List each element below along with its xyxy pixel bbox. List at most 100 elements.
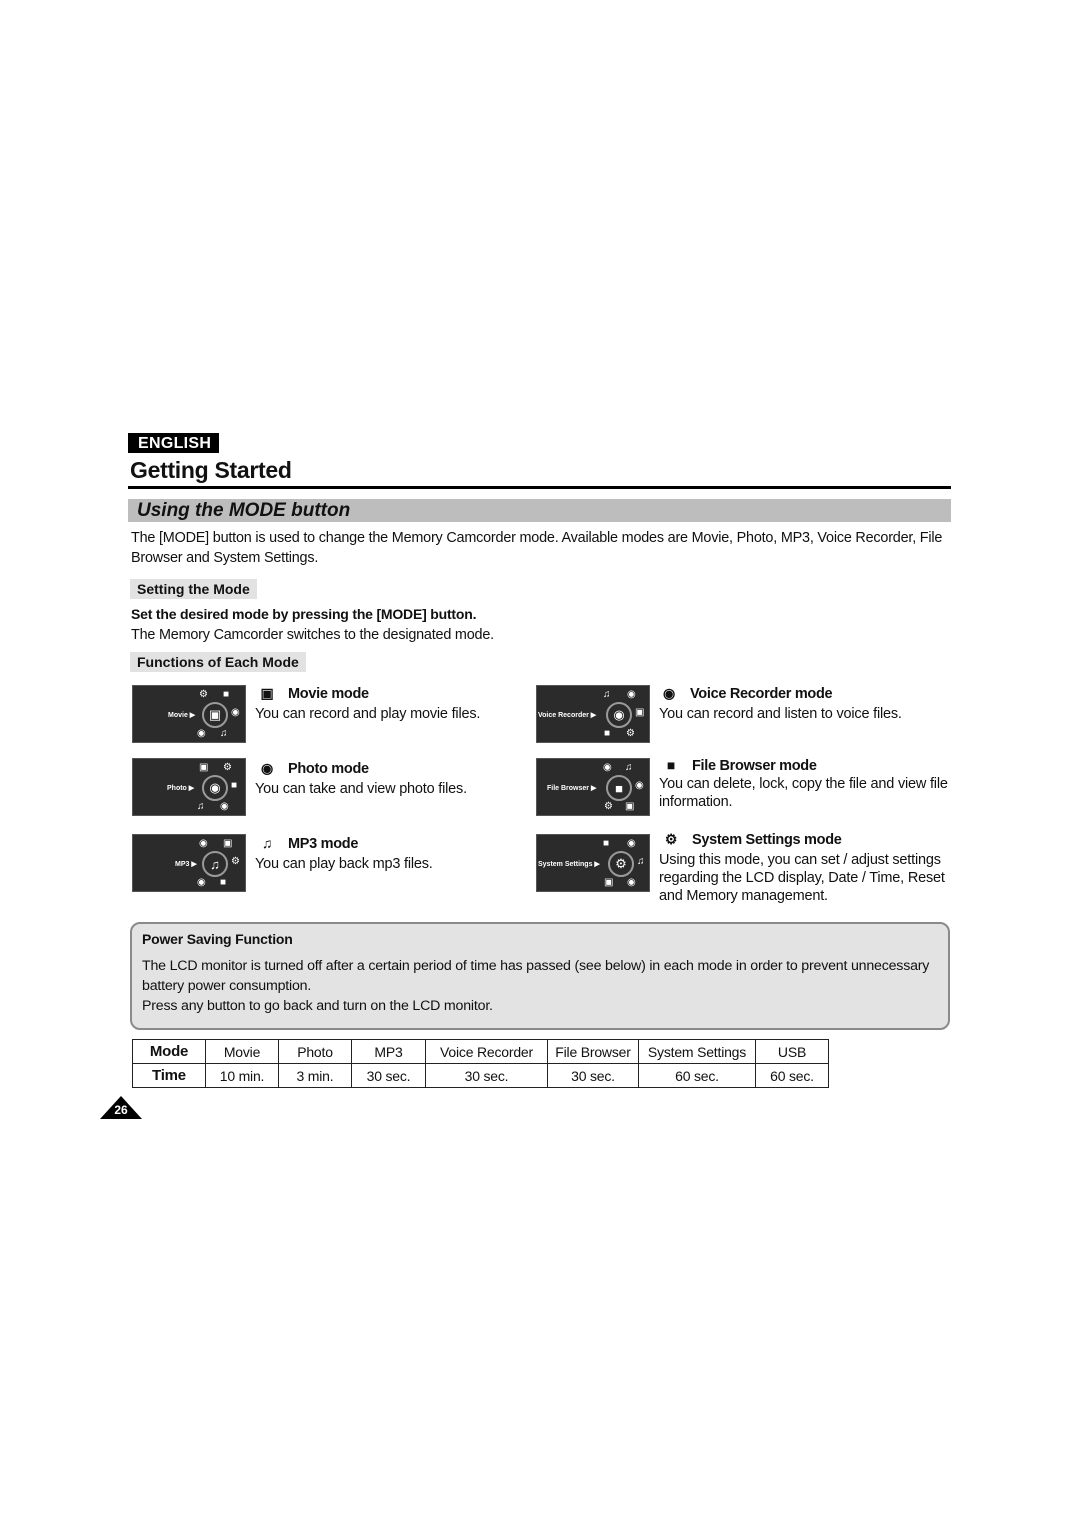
voice-recorder-mode-desc: You can record and listen to voice files…: [659, 706, 902, 722]
table-cell: 60 sec.: [755, 1063, 829, 1088]
table-cell: MP3: [351, 1039, 426, 1064]
music-note-icon: ♫: [625, 762, 633, 773]
lcd-label: System Settings ▶: [538, 861, 600, 868]
gear-icon: ⚙: [199, 689, 208, 700]
folder-icon: ■: [220, 877, 227, 888]
microphone-icon: ◉: [603, 762, 612, 773]
row-header-mode: Mode: [132, 1039, 206, 1064]
system-settings-mode-title: ⚙ System Settings mode: [662, 831, 842, 848]
table-cell: 60 sec.: [638, 1063, 756, 1088]
lcd-file-browser-screen: File Browser ▶ ■ ◉ ♫ ◉ ⚙ ▣: [536, 758, 650, 816]
camera-icon: ◉: [627, 877, 636, 888]
power-saving-text: The LCD monitor is turned off after a ce…: [142, 956, 932, 1016]
movie-camera-icon: ▣: [202, 702, 228, 728]
movie-camera-icon: ▣: [635, 707, 645, 718]
power-saving-text-2: Press any button to go back and turn on …: [142, 998, 493, 1014]
section-title: Using the MODE button: [137, 500, 351, 521]
camera-icon: ◉: [627, 689, 636, 700]
functions-tag-wrap: Functions of Each Mode: [130, 652, 306, 672]
gear-icon: ⚙: [608, 851, 634, 877]
lcd-label: File Browser ▶: [547, 785, 597, 792]
lcd-label: Movie ▶: [168, 712, 196, 719]
intro-paragraph: The [MODE] button is used to change the …: [131, 530, 943, 566]
power-saving-timeout-table: Mode Movie Photo MP3 Voice Recorder File…: [132, 1039, 829, 1088]
page-number: 26: [114, 1103, 128, 1117]
setting-mode-tag: Setting the Mode: [130, 579, 257, 599]
table-cell: File Browser: [547, 1039, 639, 1064]
table-cell: Photo: [278, 1039, 352, 1064]
microphone-icon: ◉: [606, 702, 632, 728]
movie-camera-icon: ▣: [260, 685, 274, 701]
movie-mode-desc: You can record and play movie files.: [255, 706, 481, 722]
lcd-movie-screen: Movie ▶ ▣ ⚙ ■ ◉ ◉ ♫: [132, 685, 246, 743]
camera-icon: ◉: [199, 838, 208, 849]
row-header-time: Time: [132, 1063, 206, 1088]
table-cell: System Settings: [638, 1039, 756, 1064]
photo-mode-desc: You can take and view photo files.: [255, 781, 467, 797]
gear-icon: ⚙: [223, 762, 232, 773]
lcd-mp3-screen: MP3 ▶ ♫ ◉ ▣ ⚙ ◉ ■: [132, 834, 246, 892]
movie-mode-title: ▣ Movie mode: [258, 685, 370, 702]
microphone-icon: ◉: [197, 877, 206, 888]
setting-mode-instruction: Set the desired mode by pressing the [MO…: [131, 606, 477, 622]
table-cell: 3 min.: [278, 1063, 352, 1088]
music-note-icon: ♫: [220, 728, 228, 739]
title-rule: [128, 486, 951, 489]
folder-icon: ■: [231, 780, 238, 791]
music-note-icon: ♫: [603, 689, 611, 700]
language-badge: ENGLISH: [128, 433, 220, 453]
table-cell: Movie: [205, 1039, 279, 1064]
chapter-title: Getting Started: [130, 457, 292, 483]
music-note-icon: ♫: [202, 851, 228, 877]
table-cell: Voice Recorder: [425, 1039, 548, 1064]
camera-icon: ◉: [261, 760, 273, 776]
camera-icon: ◉: [635, 780, 644, 791]
functions-tag: Functions of Each Mode: [130, 652, 306, 672]
table-cell: 30 sec.: [351, 1063, 426, 1088]
lcd-label: Photo ▶: [167, 785, 195, 792]
mp3-mode-title: ♫ MP3 mode: [258, 835, 359, 852]
table-cell: 10 min.: [205, 1063, 279, 1088]
gear-icon: ⚙: [231, 856, 240, 867]
music-note-icon: ♫: [197, 801, 205, 812]
power-saving-text-1: The LCD monitor is turned off after a ce…: [142, 958, 930, 994]
folder-icon: ■: [666, 757, 676, 773]
camera-icon: ◉: [202, 775, 228, 801]
photo-mode-title: ◉ Photo mode: [258, 760, 369, 777]
folder-icon: ■: [606, 775, 632, 801]
camera-icon: ◉: [197, 728, 206, 739]
system-settings-mode-desc: Using this mode, you can set / adjust se…: [659, 852, 945, 904]
lcd-label: Voice Recorder ▶: [538, 712, 597, 719]
gear-icon: ⚙: [626, 728, 635, 739]
microphone-icon: ◉: [231, 707, 240, 718]
table-row-time: Time 10 min. 3 min. 30 sec. 30 sec. 30 s…: [132, 1063, 829, 1088]
gear-icon: ⚙: [604, 801, 613, 812]
lcd-system-settings-screen: System Settings ▶ ⚙ ■ ◉ ♫ ▣ ◉: [536, 834, 650, 892]
folder-icon: ■: [604, 728, 611, 739]
folder-icon: ■: [603, 838, 610, 849]
gear-icon: ⚙: [664, 831, 678, 847]
file-browser-mode-desc: You can delete, lock, copy the file and …: [659, 776, 948, 810]
movie-camera-icon: ▣: [625, 801, 635, 812]
movie-camera-icon: ▣: [199, 762, 209, 773]
power-saving-title: Power Saving Function: [142, 931, 293, 947]
setting-mode-tag-wrap: Setting the Mode: [130, 579, 257, 599]
voice-recorder-mode-title: ◉ Voice Recorder mode: [660, 685, 833, 702]
movie-camera-icon: ▣: [604, 877, 614, 888]
music-note-icon: ♫: [261, 835, 273, 851]
table-cell: 30 sec.: [547, 1063, 639, 1088]
mp3-mode-desc: You can play back mp3 files.: [255, 856, 433, 872]
lcd-label: MP3 ▶: [175, 861, 197, 868]
lcd-voice-recorder-screen: Voice Recorder ▶ ◉ ♫ ◉ ▣ ■ ⚙: [536, 685, 650, 743]
microphone-icon: ◉: [627, 838, 636, 849]
file-browser-mode-title: ■ File Browser mode: [662, 757, 817, 774]
microphone-icon: ◉: [220, 801, 229, 812]
table-cell: 30 sec.: [425, 1063, 548, 1088]
folder-icon: ■: [223, 689, 230, 700]
lcd-photo-screen: Photo ▶ ◉ ▣ ⚙ ■ ♫ ◉: [132, 758, 246, 816]
setting-mode-result: The Memory Camcorder switches to the des…: [131, 627, 494, 643]
microphone-icon: ◉: [663, 685, 675, 701]
table-cell: USB: [755, 1039, 829, 1064]
music-note-icon: ♫: [637, 856, 645, 867]
movie-camera-icon: ▣: [223, 838, 233, 849]
